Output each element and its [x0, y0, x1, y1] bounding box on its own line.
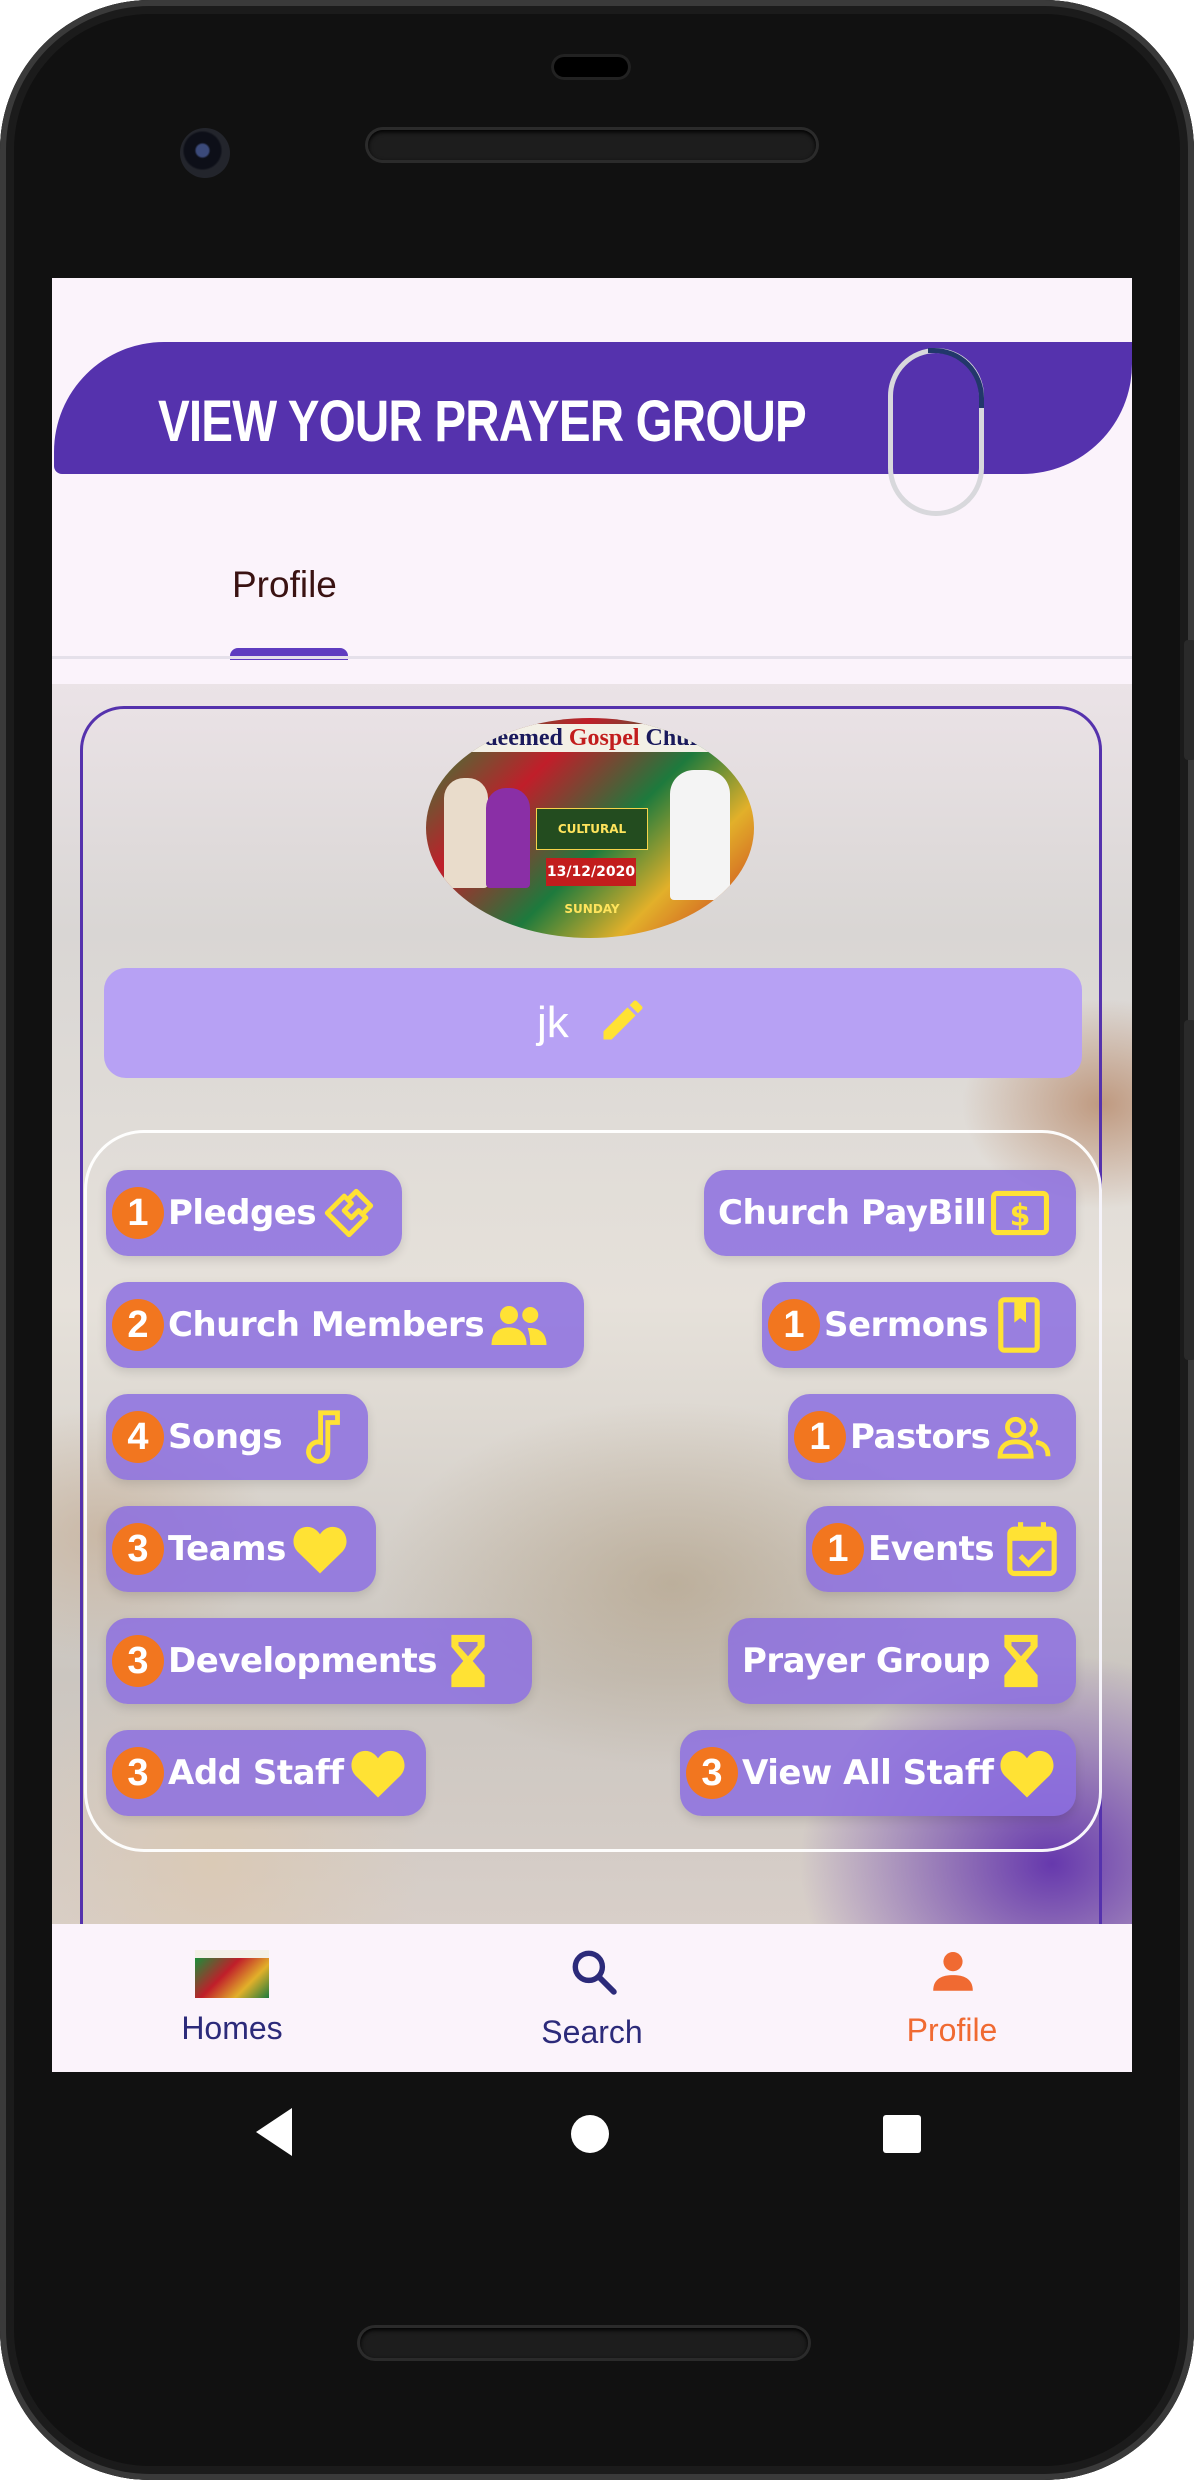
- image-person: [670, 770, 730, 900]
- church-thumbnail: [195, 1950, 269, 1998]
- heart-icon: [348, 1746, 408, 1800]
- handshake-icon: [320, 1184, 378, 1242]
- nav-search[interactable]: Search: [492, 1924, 692, 2072]
- button-label: Prayer Group: [742, 1641, 991, 1681]
- music-note-icon: [300, 1408, 346, 1466]
- count-badge: 1: [768, 1299, 820, 1351]
- count-badge: 4: [112, 1411, 164, 1463]
- calendar-check-icon: [1006, 1521, 1058, 1577]
- pencil-icon[interactable]: [597, 994, 649, 1046]
- bottom-navigation: Homes Search Profile: [52, 1924, 1132, 2072]
- button-label: Pledges: [168, 1193, 317, 1233]
- profile-image[interactable]: Redeemed Gospel Church CULTURAL WORSHIP …: [426, 718, 754, 938]
- heart-icon: [290, 1522, 350, 1576]
- bottom-speaker: [360, 2328, 808, 2358]
- teams-button[interactable]: 3 Teams: [106, 1506, 376, 1592]
- name-field[interactable]: jk: [104, 968, 1082, 1078]
- count-badge: 3: [112, 1635, 164, 1687]
- image-person: [444, 778, 488, 888]
- button-label: Church PayBill: [718, 1193, 987, 1233]
- button-label: Songs: [168, 1417, 283, 1457]
- home-icon[interactable]: [570, 2114, 610, 2154]
- svg-text:$: $: [1010, 1199, 1031, 1234]
- pledges-button[interactable]: 1 Pledges: [106, 1170, 402, 1256]
- button-label: Teams: [168, 1529, 286, 1569]
- prayer-group-button[interactable]: Prayer Group: [728, 1618, 1076, 1704]
- church-members-button[interactable]: 2 Church Members: [106, 1282, 584, 1368]
- events-button[interactable]: 1 Events: [806, 1506, 1076, 1592]
- button-label: Developments: [168, 1641, 438, 1681]
- count-badge: 2: [112, 1299, 164, 1351]
- heart-icon: [997, 1746, 1057, 1800]
- nav-label-search: Search: [541, 2014, 643, 2050]
- back-icon[interactable]: [252, 2106, 296, 2158]
- side-button-volume: [1184, 1020, 1194, 1360]
- bookmark-book-icon: [998, 1297, 1040, 1353]
- search-icon: [572, 1950, 617, 1995]
- nav-homes[interactable]: Homes: [132, 1924, 332, 2072]
- side-button-upper: [1184, 640, 1194, 760]
- count-badge: 3: [112, 1747, 164, 1799]
- nav-label-homes: Homes: [181, 2010, 283, 2046]
- hourglass-icon: [449, 1632, 487, 1690]
- add-staff-button[interactable]: 3 Add Staff: [106, 1730, 426, 1816]
- front-camera: [180, 128, 230, 178]
- songs-button[interactable]: 4 Songs: [106, 1394, 368, 1480]
- count-badge: 3: [112, 1523, 164, 1575]
- button-label: View All Staff: [742, 1753, 994, 1793]
- proximity-sensor: [551, 54, 631, 80]
- phone-frame: VIEW YOUR PRAYER GROUP Profile Redeemed …: [0, 0, 1194, 2480]
- tab-profile[interactable]: Profile: [232, 564, 337, 606]
- count-badge: 3: [686, 1747, 738, 1799]
- pastors-button[interactable]: 1 Pastors: [788, 1394, 1076, 1480]
- count-badge: 1: [112, 1187, 164, 1239]
- nav-label-profile: Profile: [906, 2012, 998, 2048]
- profile-content[interactable]: Redeemed Gospel Church CULTURAL WORSHIP …: [52, 684, 1132, 1924]
- button-label: Add Staff: [168, 1753, 344, 1793]
- image-person: [486, 788, 530, 888]
- name-row: jk: [104, 968, 1082, 1078]
- button-label: Pastors: [850, 1417, 991, 1457]
- page-title: VIEW YOUR PRAYER GROUP: [158, 389, 807, 454]
- count-badge: 1: [812, 1523, 864, 1575]
- profile-name: jk: [536, 998, 569, 1047]
- people-icon: [488, 1300, 550, 1350]
- earpiece-speaker: [368, 130, 816, 160]
- image-banner: Redeemed Gospel Church: [426, 724, 754, 752]
- button-label: Events: [868, 1529, 995, 1569]
- developments-button[interactable]: 3 Developments: [106, 1618, 532, 1704]
- nav-profile[interactable]: Profile: [852, 1924, 1052, 2072]
- people-outline-icon: [994, 1413, 1054, 1461]
- tab-divider: [52, 656, 1132, 659]
- person-icon: [933, 1952, 973, 1991]
- sermons-button[interactable]: 1 Sermons: [762, 1282, 1076, 1368]
- view-all-staff-button[interactable]: 3 View All Staff: [680, 1730, 1076, 1816]
- image-event-text: CULTURAL WORSHIP SUNDAY: [536, 808, 648, 916]
- app-screen: VIEW YOUR PRAYER GROUP Profile Redeemed …: [52, 278, 1132, 2072]
- hourglass-icon: [1002, 1632, 1040, 1690]
- image-date: 13/12/2020: [546, 858, 636, 886]
- dollar-bill-icon: $: [990, 1190, 1050, 1236]
- church-paybill-button[interactable]: Church PayBill $: [704, 1170, 1076, 1256]
- button-label: Church Members: [168, 1305, 485, 1345]
- button-label: Sermons: [824, 1305, 989, 1345]
- count-badge: 1: [794, 1411, 846, 1463]
- recents-icon[interactable]: [882, 2114, 922, 2154]
